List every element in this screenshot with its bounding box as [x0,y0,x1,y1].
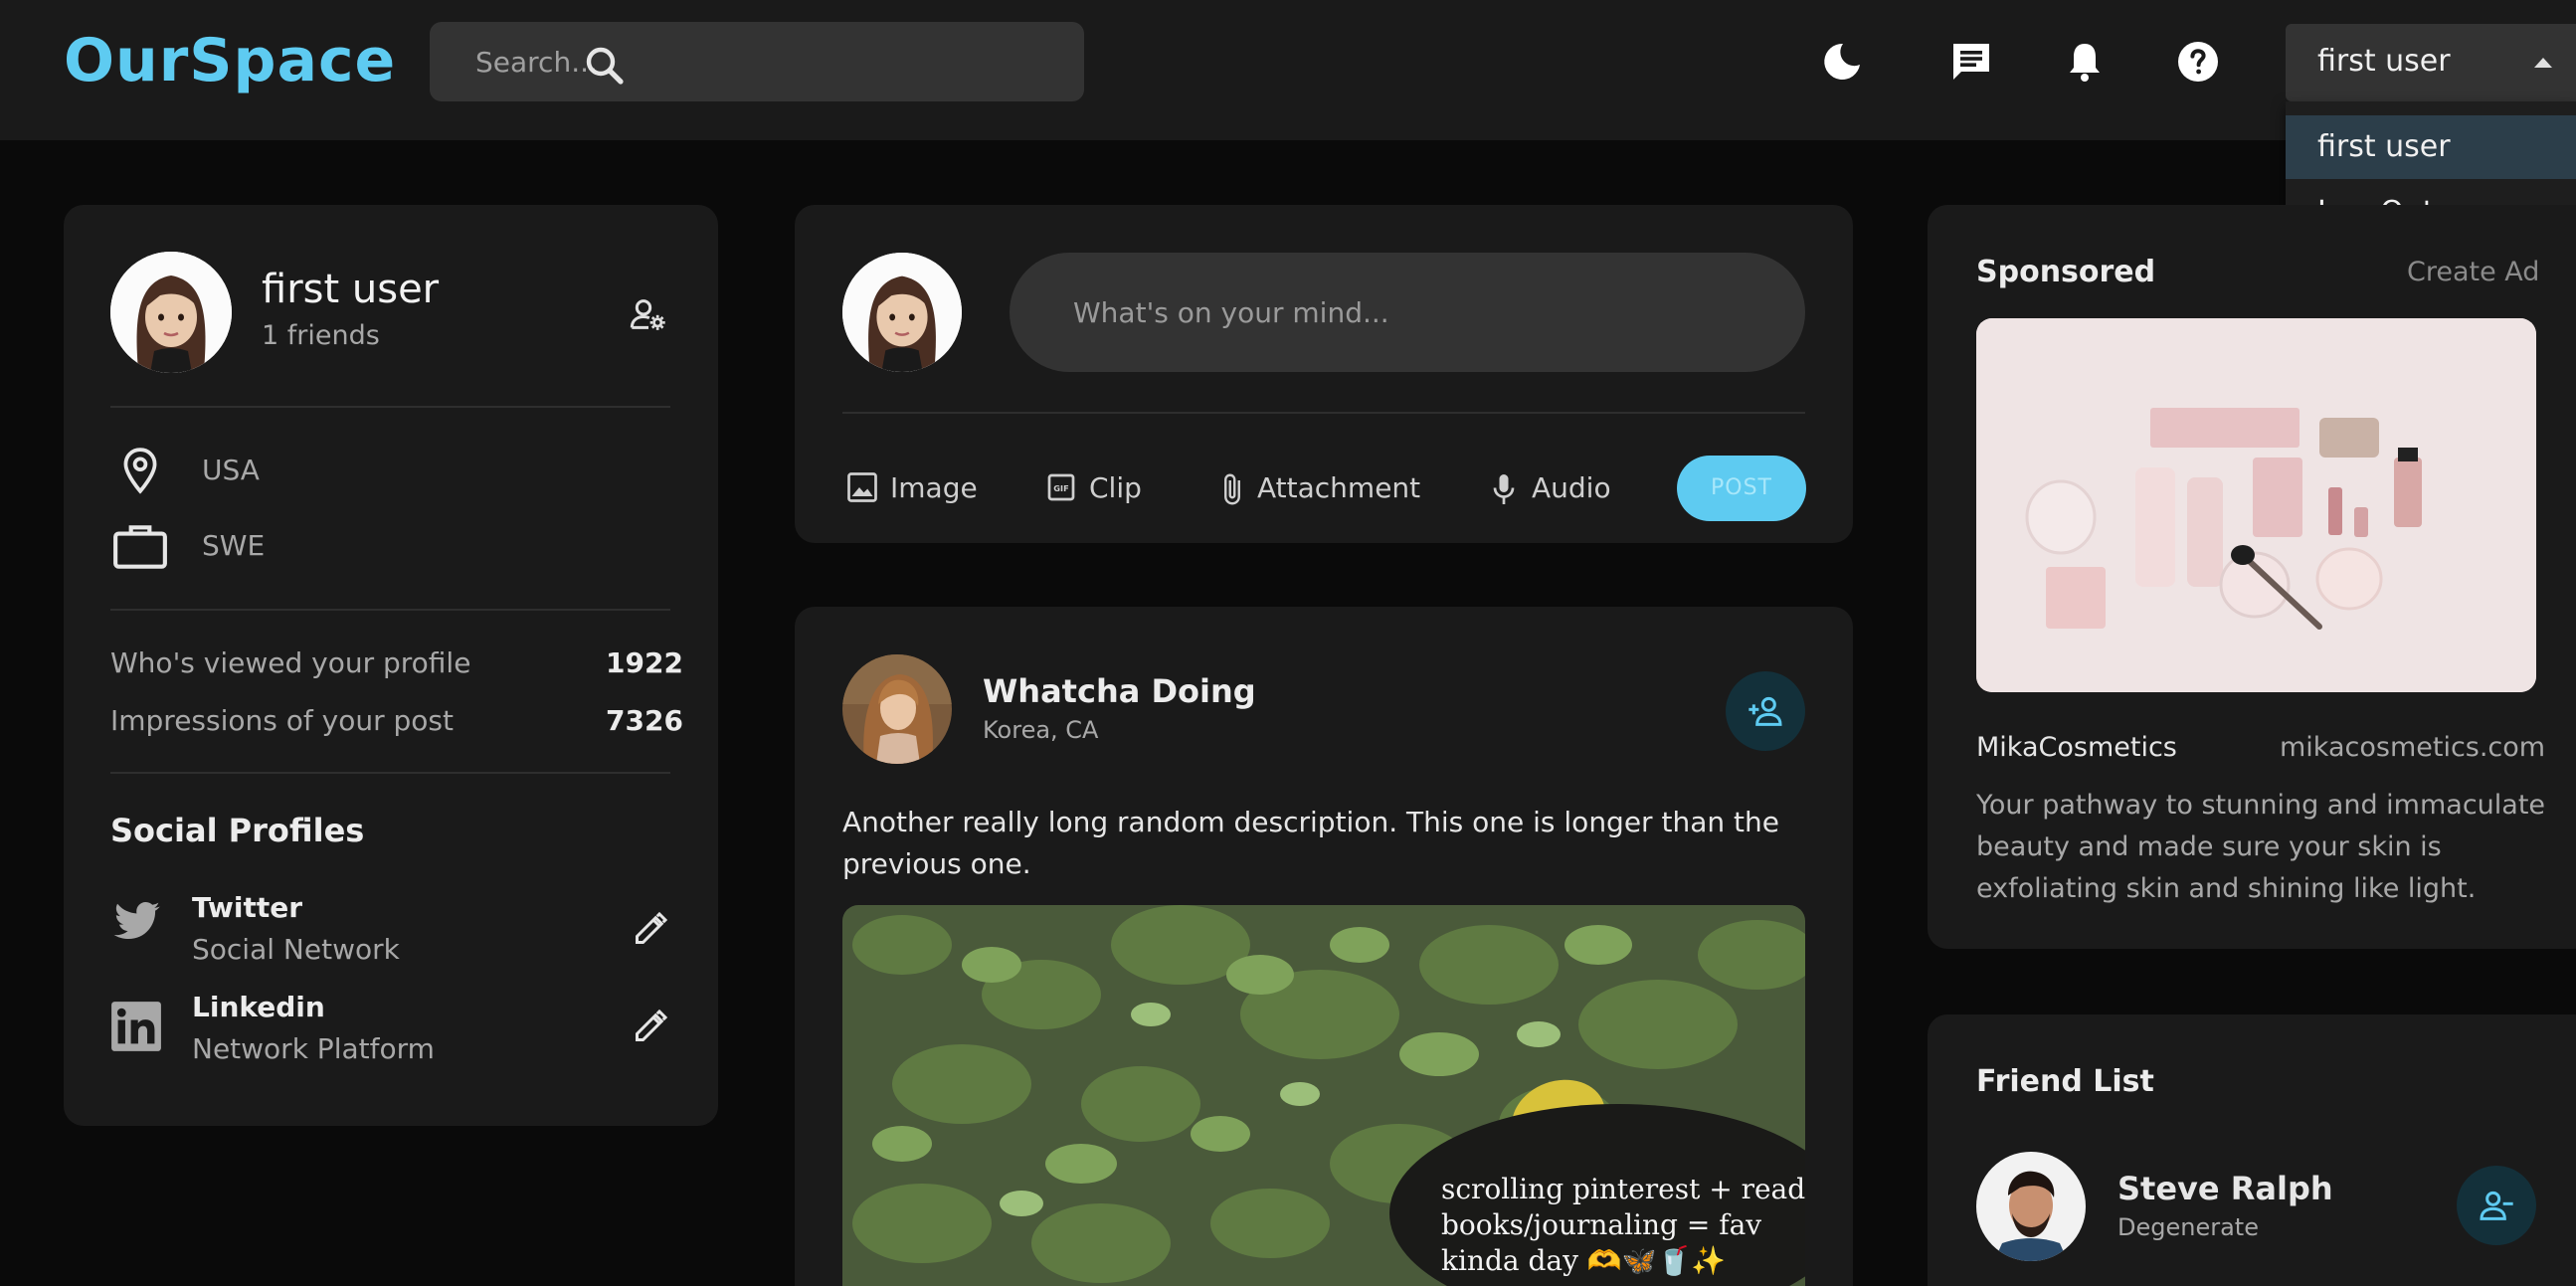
messages-icon[interactable] [1947,38,1995,86]
social-linkedin-name[interactable]: Linkedin [192,991,325,1023]
post-image-caption-line-3: kinda day 🫶🦋🥤✨ [1441,1244,1726,1277]
stat-value-impressions: 7326 [606,704,683,737]
person-remove-icon [2480,1191,2513,1220]
whats-on-your-mind-input[interactable] [1010,253,1805,372]
action-attachment-label: Attachment [1257,471,1421,504]
sponsor-description-line-1: Your pathway to stunning and immaculate [1976,790,2546,821]
app-logo[interactable]: OurSpace [64,26,396,95]
stat-value-profile-views: 1922 [606,646,683,679]
action-clip-label: Clip [1089,471,1142,504]
linkedin-icon [111,1002,161,1051]
cosmetics-product-photo [1976,318,2536,692]
social-linkedin-type: Network Platform [192,1032,435,1065]
paperclip-icon [1224,473,1240,505]
woman-portrait-photo [842,654,952,764]
profile-name[interactable]: first user [262,267,439,312]
edit-pencil-icon[interactable] [633,911,668,947]
edit-pencil-icon[interactable] [633,1009,668,1044]
location-pin-icon [123,448,157,494]
post-author-name[interactable]: Whatcha Doing [983,672,1256,710]
memoji-avatar-icon [842,253,962,372]
profile-divider [110,772,670,774]
gif-clip-icon: GIF [1047,473,1075,501]
post-author-avatar[interactable] [842,654,952,764]
search-bar [430,22,1084,101]
profile-occupation: SWE [202,529,266,562]
friend-name[interactable]: Steve Ralph [2117,1170,2333,1207]
sponsor-description-line-3: exfoliating skin and shining like light. [1976,873,2477,904]
profile-location: USA [202,454,260,486]
sponsor-url[interactable]: mikacosmetics.com [2280,732,2545,763]
post-button[interactable]: POST [1677,456,1806,521]
post-image-caption-line-1: scrolling pinterest + reading [1441,1173,1805,1205]
add-attachment-button[interactable]: Attachment [1214,465,1420,509]
profile-divider [110,406,670,408]
action-audio-label: Audio [1532,471,1611,504]
friend-subtitle: Degenerate [2117,1213,2259,1241]
search-input[interactable] [475,44,973,80]
twitter-icon [113,901,160,940]
dark-mode-moon-icon[interactable] [1818,38,1866,86]
image-icon [847,472,877,502]
social-twitter-type: Social Network [192,933,400,966]
profile-divider [110,609,670,611]
microphone-icon [1493,474,1515,504]
add-image-button[interactable]: Image [844,465,978,509]
work-briefcase-icon [113,525,167,569]
remove-friend-button[interactable] [2457,1166,2536,1245]
stat-label-profile-views: Who's viewed your profile [110,646,471,679]
top-navbar: OurSpace first user [0,0,2576,140]
profile-avatar[interactable] [110,252,232,373]
memoji-avatar-icon [110,252,232,373]
notifications-bell-icon[interactable] [2061,38,2109,86]
profile-friends-count: 1 friends [262,320,380,351]
add-friend-button[interactable] [1726,671,1805,751]
friend-avatar[interactable] [1976,1152,2086,1261]
user-menu-selected: first user [2317,44,2451,79]
post-image-caption-line-2: books/journaling = fav [1441,1208,1761,1241]
friend-list-title: Friend List [1976,1064,2154,1099]
sponsored-title: Sponsored [1976,255,2156,289]
stat-label-impressions: Impressions of your post [110,704,454,737]
user-menu-select[interactable]: first user [2286,24,2576,101]
help-icon[interactable] [2174,38,2222,86]
post-image[interactable]: scrolling pinterest + reading books/jour… [842,905,1805,1286]
sponsored-ad-image[interactable] [1976,318,2536,692]
search-icon[interactable] [581,42,629,90]
action-image-label: Image [890,471,978,504]
post-author-location: Korea, CA [983,716,1099,744]
svg-text:GIF: GIF [1053,483,1068,493]
composer-avatar [842,253,962,372]
sponsor-description-line-2: beauty and made sure your skin is [1976,831,2442,862]
create-ad-link[interactable]: Create Ad [2407,257,2539,287]
social-twitter-name[interactable]: Twitter [192,891,302,924]
composer-divider [842,412,1805,414]
add-audio-button[interactable]: Audio [1486,465,1615,509]
sponsor-brand-name[interactable]: MikaCosmetics [1976,732,2177,763]
social-profiles-title: Social Profiles [110,812,365,849]
man-portrait-photo [1976,1152,2086,1261]
person-add-icon [1748,696,1782,726]
post-photo-plants: scrolling pinterest + reading books/jour… [842,905,1805,1286]
post-description: Another really long random description. … [842,806,1779,880]
manage-account-icon[interactable] [629,294,668,334]
caret-up-icon [2534,58,2552,68]
add-clip-button[interactable]: GIF Clip [1043,465,1153,509]
user-menu-option-profile[interactable]: first user [2286,115,2576,179]
